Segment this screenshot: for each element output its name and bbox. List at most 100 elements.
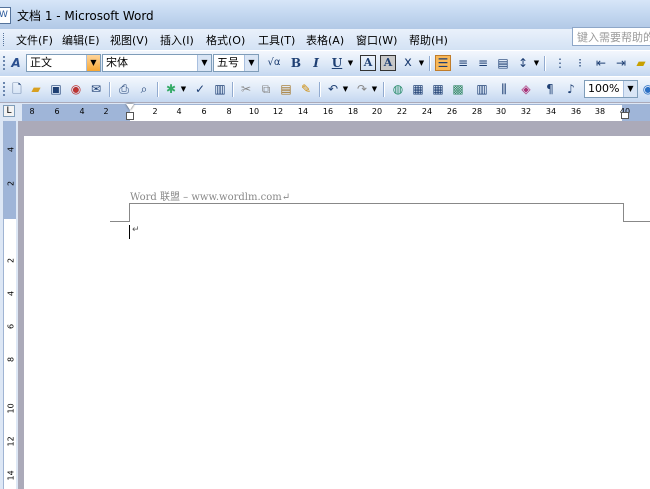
ruler-label: 6 bbox=[54, 107, 60, 116]
email-icon[interactable]: ✉ bbox=[88, 81, 104, 97]
toolbar-grip[interactable] bbox=[3, 56, 7, 70]
vertical-ruler[interactable]: 4 2 2 4 6 8 10 12 14 bbox=[0, 121, 18, 489]
header-text[interactable]: Word 联盟 – www.wordlm.com↵ bbox=[130, 188, 290, 203]
show-hide-icon[interactable]: ♪ bbox=[563, 81, 579, 97]
increase-indent-icon[interactable]: ⇥ bbox=[613, 55, 629, 71]
insert-table-icon[interactable]: ▦ bbox=[430, 81, 446, 97]
font-combo[interactable]: 宋体 ▼ bbox=[102, 54, 212, 72]
chevron-down-icon[interactable]: ▼ bbox=[244, 55, 258, 71]
word-doc-icon[interactable]: W bbox=[0, 7, 11, 24]
bullets-icon[interactable]: ⁝ bbox=[572, 55, 588, 71]
horizontal-ruler[interactable]: 8 6 4 2 2 4 6 8 10 12 14 16 18 20 22 24 … bbox=[22, 104, 650, 121]
first-line-indent-marker[interactable] bbox=[126, 104, 134, 110]
zoom-combo[interactable]: 100% ▼ bbox=[584, 80, 638, 98]
ruler-label: 12 bbox=[272, 107, 284, 116]
insert-excel-icon[interactable]: ▩ bbox=[450, 81, 466, 97]
paragraph-marks-icon[interactable]: ¶ bbox=[542, 81, 558, 97]
research-icon[interactable]: ✱ bbox=[163, 81, 179, 97]
ruler-label: 26 bbox=[446, 107, 458, 116]
document-map-icon[interactable]: ◈ bbox=[518, 81, 534, 97]
window-title: 文档 1 - Microsoft Word bbox=[17, 9, 154, 23]
menu-file[interactable]: 文件(F) bbox=[14, 31, 55, 49]
permission-icon[interactable]: ◉ bbox=[68, 81, 84, 97]
cut-icon[interactable]: ✂ bbox=[238, 81, 254, 97]
styles-pane-icon[interactable]: A bbox=[8, 55, 24, 71]
numbering-icon[interactable]: ⋮ bbox=[552, 55, 568, 71]
left-indent-marker[interactable] bbox=[126, 112, 134, 120]
ruler-label: 10 bbox=[6, 403, 16, 414]
ruler-label: 36 bbox=[570, 107, 582, 116]
separator bbox=[544, 56, 546, 71]
ruler-label: 10 bbox=[248, 107, 260, 116]
menu-edit[interactable]: 编辑(E) bbox=[60, 31, 102, 49]
chevron-down-icon[interactable]: ▼ bbox=[197, 55, 211, 71]
toolbar-grip[interactable] bbox=[3, 82, 7, 96]
char-shading-button[interactable]: A bbox=[380, 55, 396, 71]
align-justify-icon[interactable]: ☰ bbox=[435, 55, 451, 71]
decrease-indent-icon[interactable]: ⇤ bbox=[593, 55, 609, 71]
help-icon[interactable]: ◉ bbox=[640, 81, 650, 97]
chevron-down-icon[interactable]: ▼ bbox=[347, 55, 354, 71]
right-indent-marker[interactable] bbox=[621, 112, 629, 119]
paste-icon[interactable]: ▤ bbox=[278, 81, 294, 97]
menu-view[interactable]: 视图(V) bbox=[108, 31, 150, 49]
margin-corner-left bbox=[129, 203, 130, 221]
highlight-icon[interactable]: ▰ bbox=[633, 55, 649, 71]
menu-bar: 文件(F) 编辑(E) 视图(V) 插入(I) 格式(O) 工具(T) 表格(A… bbox=[0, 29, 650, 50]
menu-help[interactable]: 帮助(H) bbox=[407, 31, 450, 49]
menubar-grip[interactable] bbox=[3, 33, 7, 46]
save-icon[interactable]: ▣ bbox=[48, 81, 64, 97]
equation-icon[interactable]: √α bbox=[266, 55, 282, 71]
underline-button[interactable]: U bbox=[329, 55, 345, 71]
menu-insert[interactable]: 插入(I) bbox=[158, 31, 196, 49]
chevron-down-icon[interactable]: ▼ bbox=[86, 55, 100, 71]
open-folder-icon[interactable]: ▰ bbox=[28, 81, 44, 97]
document-page[interactable]: Word 联盟 – www.wordlm.com↵ ↵ bbox=[24, 136, 650, 489]
style-combo[interactable]: 正文 ▼ bbox=[26, 54, 101, 72]
tab-selector[interactable]: L bbox=[3, 105, 15, 117]
menu-table[interactable]: 表格(A) bbox=[304, 31, 346, 49]
ruler-label: 2 bbox=[6, 257, 16, 264]
chevron-down-icon[interactable]: ▼ bbox=[533, 55, 540, 71]
hyperlink-icon[interactable]: ◍ bbox=[390, 81, 406, 97]
new-document-icon[interactable]: 🗋 bbox=[9, 81, 25, 97]
columns-icon[interactable]: ▥ bbox=[474, 81, 490, 97]
format-painter-icon[interactable]: ✎ bbox=[298, 81, 314, 97]
ruler-label: 8 bbox=[6, 356, 16, 363]
drawing-icon[interactable]: ⫼ bbox=[496, 81, 512, 97]
research-book-icon[interactable]: ▥ bbox=[212, 81, 228, 97]
print-preview-icon[interactable]: ⌕ bbox=[136, 81, 152, 97]
align-center-icon[interactable]: ≡ bbox=[455, 55, 471, 71]
font-size-value: 五号 bbox=[217, 56, 239, 69]
char-scale-icon[interactable]: ⅹ bbox=[400, 55, 416, 71]
ruler-label: 34 bbox=[545, 107, 557, 116]
line-spacing-icon[interactable]: ↕ bbox=[515, 55, 531, 71]
menu-format[interactable]: 格式(O) bbox=[204, 31, 247, 49]
chevron-down-icon[interactable]: ▼ bbox=[342, 81, 349, 97]
tables-borders-icon[interactable]: ▦ bbox=[410, 81, 426, 97]
help-search-input[interactable]: 键入需要帮助的 bbox=[572, 27, 650, 46]
distribute-icon[interactable]: ▤ bbox=[495, 55, 511, 71]
ruler-label: 4 bbox=[6, 290, 16, 297]
undo-icon[interactable]: ↶ bbox=[325, 81, 341, 97]
font-size-combo[interactable]: 五号 ▼ bbox=[213, 54, 259, 72]
menu-window[interactable]: 窗口(W) bbox=[354, 31, 399, 49]
ruler-label: 6 bbox=[201, 107, 207, 116]
char-border-button[interactable]: A bbox=[360, 55, 376, 71]
copy-icon[interactable]: ⧉ bbox=[258, 81, 274, 97]
bold-button[interactable]: B bbox=[288, 55, 304, 71]
ruler-label: 30 bbox=[495, 107, 507, 116]
spelling-icon[interactable]: ✓ bbox=[192, 81, 208, 97]
redo-icon[interactable]: ↷ bbox=[354, 81, 370, 97]
menu-tools[interactable]: 工具(T) bbox=[256, 31, 297, 49]
separator bbox=[319, 82, 321, 97]
chevron-down-icon[interactable]: ▼ bbox=[180, 81, 187, 97]
chevron-down-icon[interactable]: ▼ bbox=[371, 81, 378, 97]
separator bbox=[109, 82, 111, 97]
align-right-icon[interactable]: ≡ bbox=[475, 55, 491, 71]
chevron-down-icon[interactable]: ▼ bbox=[623, 81, 637, 97]
print-icon[interactable]: ⎙ bbox=[116, 81, 132, 97]
italic-button[interactable]: I bbox=[308, 55, 324, 71]
chevron-down-icon[interactable]: ▼ bbox=[418, 55, 425, 71]
ruler-label: 4 bbox=[6, 146, 16, 153]
